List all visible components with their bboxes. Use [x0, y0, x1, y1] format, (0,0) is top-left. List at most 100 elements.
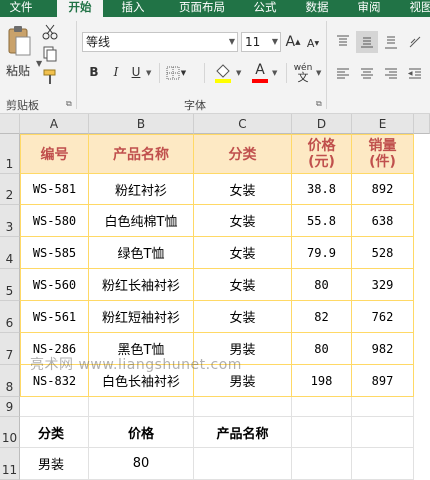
row-header-9[interactable]: 9	[0, 397, 20, 417]
cell-a9[interactable]	[20, 397, 89, 417]
table-cell-price[interactable]: 82	[292, 301, 352, 333]
cell-c9[interactable]	[194, 397, 292, 417]
chevron-down-icon[interactable]: ▼	[146, 69, 151, 77]
header-cell-id[interactable]: 编号	[20, 134, 89, 174]
orientation-icon[interactable]	[404, 31, 426, 53]
borders-icon[interactable]: ▼	[163, 63, 189, 83]
table-cell-quantity[interactable]: 897	[352, 365, 414, 397]
middle-align-icon[interactable]	[356, 31, 378, 53]
header-cell-price[interactable]: 价格 (元)	[292, 134, 352, 174]
align-center-icon[interactable]	[356, 63, 378, 85]
chevron-down-icon[interactable]: ▼	[229, 33, 235, 51]
row-header-5[interactable]: 5	[0, 269, 20, 301]
table-cell-category[interactable]: 女装	[194, 237, 292, 269]
tab-view[interactable]: 视图	[400, 0, 430, 17]
tab-home[interactable]: 开始	[57, 0, 103, 17]
table-cell-category[interactable]: 女装	[194, 205, 292, 237]
header-cell-quantity[interactable]: 销量 (件)	[352, 134, 414, 174]
table-cell-product-name[interactable]: 粉红短袖衬衫	[89, 301, 194, 333]
table-cell-price[interactable]: 79.9	[292, 237, 352, 269]
cell-d11[interactable]	[292, 448, 352, 480]
tab-file[interactable]: 文件	[0, 0, 42, 17]
column-header-b[interactable]: B	[89, 114, 194, 134]
table-cell-category[interactable]: 女装	[194, 301, 292, 333]
table-cell-id[interactable]: WS-581	[20, 174, 89, 205]
tab-review[interactable]: 审阅	[348, 0, 390, 17]
row-header-8[interactable]: 8	[0, 365, 20, 397]
row-header-10[interactable]: 10	[0, 417, 20, 448]
copy-icon[interactable]	[40, 45, 60, 63]
table-cell-id[interactable]: WS-561	[20, 301, 89, 333]
cell-e11[interactable]	[352, 448, 414, 480]
criteria-value-product-name[interactable]	[194, 448, 292, 480]
table-cell-quantity[interactable]: 638	[352, 205, 414, 237]
row-header-1[interactable]: 1	[0, 134, 20, 174]
fill-color-icon[interactable]	[212, 61, 234, 85]
table-cell-id[interactable]: WS-585	[20, 237, 89, 269]
tab-insert[interactable]: 插入	[112, 0, 154, 17]
select-all-corner[interactable]	[0, 114, 20, 134]
cell-e10[interactable]	[352, 417, 414, 448]
criteria-header-price[interactable]: 价格	[89, 417, 194, 448]
column-header-f[interactable]	[414, 114, 430, 134]
table-cell-category[interactable]: 女装	[194, 174, 292, 205]
increase-font-size-button[interactable]: A ▲	[284, 33, 302, 51]
header-cell-product-name[interactable]: 产品名称	[89, 134, 194, 174]
table-cell-id[interactable]: WS-560	[20, 269, 89, 301]
cell-e9[interactable]	[352, 397, 414, 417]
italic-button[interactable]: I	[108, 63, 124, 81]
font-name-combo[interactable]: 等线 ▼	[82, 32, 238, 52]
font-color-button[interactable]: A	[250, 61, 270, 85]
chevron-down-icon[interactable]: ▼	[316, 69, 321, 77]
row-header-2[interactable]: 2	[0, 174, 20, 205]
row-header-7[interactable]: 7	[0, 333, 20, 365]
paste-button-label[interactable]: 粘贴	[6, 62, 30, 79]
criteria-header-category[interactable]: 分类	[20, 417, 89, 448]
font-launcher-icon[interactable]: ⧉	[316, 99, 322, 109]
cell-b9[interactable]	[89, 397, 194, 417]
chevron-down-icon[interactable]: ▼	[272, 33, 278, 51]
bold-button[interactable]: B	[86, 63, 102, 81]
chevron-down-icon[interactable]: ▼	[236, 69, 241, 77]
table-cell-quantity[interactable]: 982	[352, 333, 414, 365]
cell-d9[interactable]	[292, 397, 352, 417]
tab-formulas[interactable]: 公式	[244, 0, 286, 17]
table-cell-price[interactable]: 55.8	[292, 205, 352, 237]
table-cell-quantity[interactable]: 528	[352, 237, 414, 269]
table-cell-id[interactable]: WS-580	[20, 205, 89, 237]
clipboard-launcher-icon[interactable]: ⧉	[66, 99, 72, 109]
criteria-value-price[interactable]: 80	[89, 448, 194, 480]
table-cell-quantity[interactable]: 892	[352, 174, 414, 205]
column-header-a[interactable]: A	[20, 114, 89, 134]
table-cell-product-name[interactable]: 粉红衬衫	[89, 174, 194, 205]
criteria-header-product-name[interactable]: 产品名称	[194, 417, 292, 448]
paste-icon[interactable]	[4, 23, 34, 59]
align-right-icon[interactable]	[380, 63, 402, 85]
bottom-align-icon[interactable]	[380, 31, 402, 53]
table-cell-quantity[interactable]: 762	[352, 301, 414, 333]
decrease-indent-icon[interactable]	[404, 63, 426, 85]
table-cell-category[interactable]: 女装	[194, 269, 292, 301]
column-header-c[interactable]: C	[194, 114, 292, 134]
table-cell-product-name[interactable]: 白色纯棉T恤	[89, 205, 194, 237]
cell-d10[interactable]	[292, 417, 352, 448]
tab-page-layout[interactable]: 页面布局	[166, 0, 238, 17]
table-cell-price[interactable]: 198	[292, 365, 352, 397]
phonetic-guide-button[interactable]: wén 文	[292, 61, 314, 85]
header-cell-category[interactable]: 分类	[194, 134, 292, 174]
table-cell-quantity[interactable]: 329	[352, 269, 414, 301]
table-cell-price[interactable]: 38.8	[292, 174, 352, 205]
tab-data[interactable]: 数据	[296, 0, 338, 17]
underline-button[interactable]: U	[128, 63, 144, 81]
font-size-combo[interactable]: 11 ▼	[241, 32, 281, 52]
cut-icon[interactable]	[40, 23, 60, 41]
row-header-3[interactable]: 3	[0, 205, 20, 237]
row-header-4[interactable]: 4	[0, 237, 20, 269]
decrease-font-size-button[interactable]: A ▼	[304, 35, 322, 51]
row-header-11[interactable]: 11	[0, 448, 20, 480]
table-cell-product-name[interactable]: 绿色T恤	[89, 237, 194, 269]
table-cell-price[interactable]: 80	[292, 333, 352, 365]
chevron-down-icon[interactable]: ▼	[272, 69, 277, 77]
column-header-d[interactable]: D	[292, 114, 352, 134]
format-painter-icon[interactable]	[40, 67, 60, 87]
